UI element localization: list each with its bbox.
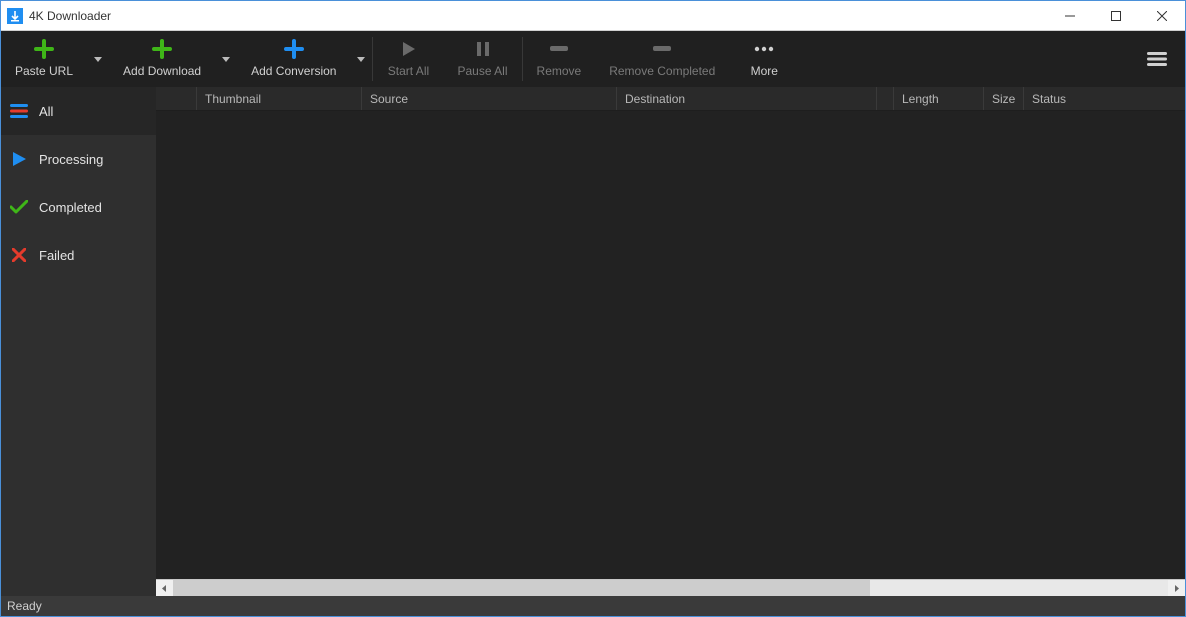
scroll-track[interactable] [173,580,1168,596]
pause-all-button[interactable]: Pause All [443,31,521,87]
remove-completed-label: Remove Completed [609,64,715,78]
pause-icon [475,38,491,60]
play-icon [399,38,417,60]
window-title: 4K Downloader [29,9,1047,23]
scroll-right-arrow[interactable] [1168,580,1185,597]
sidebar-item-all[interactable]: All [1,87,156,135]
sidebar-processing-label: Processing [39,152,103,167]
content-area: Thumbnail Source Destination Length Size… [156,87,1185,596]
start-all-label: Start All [388,64,429,78]
column-headers: Thumbnail Source Destination Length Size… [156,87,1185,111]
paste-url-dropdown[interactable] [87,31,109,87]
scroll-thumb[interactable] [173,580,870,596]
remove-label: Remove [537,64,582,78]
add-conversion-button[interactable]: Add Conversion [237,31,350,87]
plus-icon [34,38,54,60]
remove-button[interactable]: Remove [523,31,596,87]
check-icon [9,197,29,217]
column-header-length[interactable]: Length [893,87,983,110]
grid-body[interactable] [156,111,1185,579]
paste-url-button[interactable]: Paste URL [1,31,87,87]
hamburger-icon [1147,52,1167,66]
add-download-label: Add Download [123,64,201,78]
more-button[interactable]: More [729,31,799,87]
status-bar: Ready [1,596,1185,616]
pause-all-label: Pause All [457,64,507,78]
start-all-button[interactable]: Start All [373,31,443,87]
minus-icon [653,38,671,60]
dots-icon [754,38,774,60]
app-icon [7,8,23,24]
sidebar-item-failed[interactable]: Failed [1,231,156,279]
sidebar-completed-label: Completed [39,200,102,215]
minus-icon [550,38,568,60]
main-area: All Processing Completed Failed Thumbnai… [1,87,1185,596]
window-controls [1047,1,1185,31]
column-header-blank2[interactable] [876,87,893,110]
column-header-size[interactable]: Size [983,87,1023,110]
column-header-destination[interactable]: Destination [616,87,876,110]
all-icon [9,101,29,121]
plus-icon [152,38,172,60]
paste-url-label: Paste URL [15,64,73,78]
x-icon [9,245,29,265]
remove-completed-button[interactable]: Remove Completed [595,31,729,87]
add-download-button[interactable]: Add Download [109,31,215,87]
title-bar: 4K Downloader [1,1,1185,31]
horizontal-scrollbar[interactable] [156,579,1185,596]
toolbar: Paste URL Add Download Add Conversion [1,31,1185,87]
column-header-status[interactable]: Status [1023,87,1185,110]
sidebar: All Processing Completed Failed [1,87,156,596]
scroll-left-arrow[interactable] [156,580,173,597]
status-text: Ready [7,599,42,613]
minimize-button[interactable] [1047,1,1093,31]
play-icon [9,149,29,169]
sidebar-failed-label: Failed [39,248,74,263]
sidebar-all-label: All [39,104,53,119]
maximize-button[interactable] [1093,1,1139,31]
column-header-thumbnail[interactable]: Thumbnail [196,87,361,110]
menu-button[interactable] [1129,31,1185,87]
close-button[interactable] [1139,1,1185,31]
sidebar-item-processing[interactable]: Processing [1,135,156,183]
column-header-source[interactable]: Source [361,87,616,110]
add-conversion-label: Add Conversion [251,64,336,78]
add-download-dropdown[interactable] [215,31,237,87]
plus-icon [284,38,304,60]
add-conversion-dropdown[interactable] [350,31,372,87]
column-header-blank[interactable] [156,87,196,110]
more-label: More [751,64,778,78]
sidebar-item-completed[interactable]: Completed [1,183,156,231]
